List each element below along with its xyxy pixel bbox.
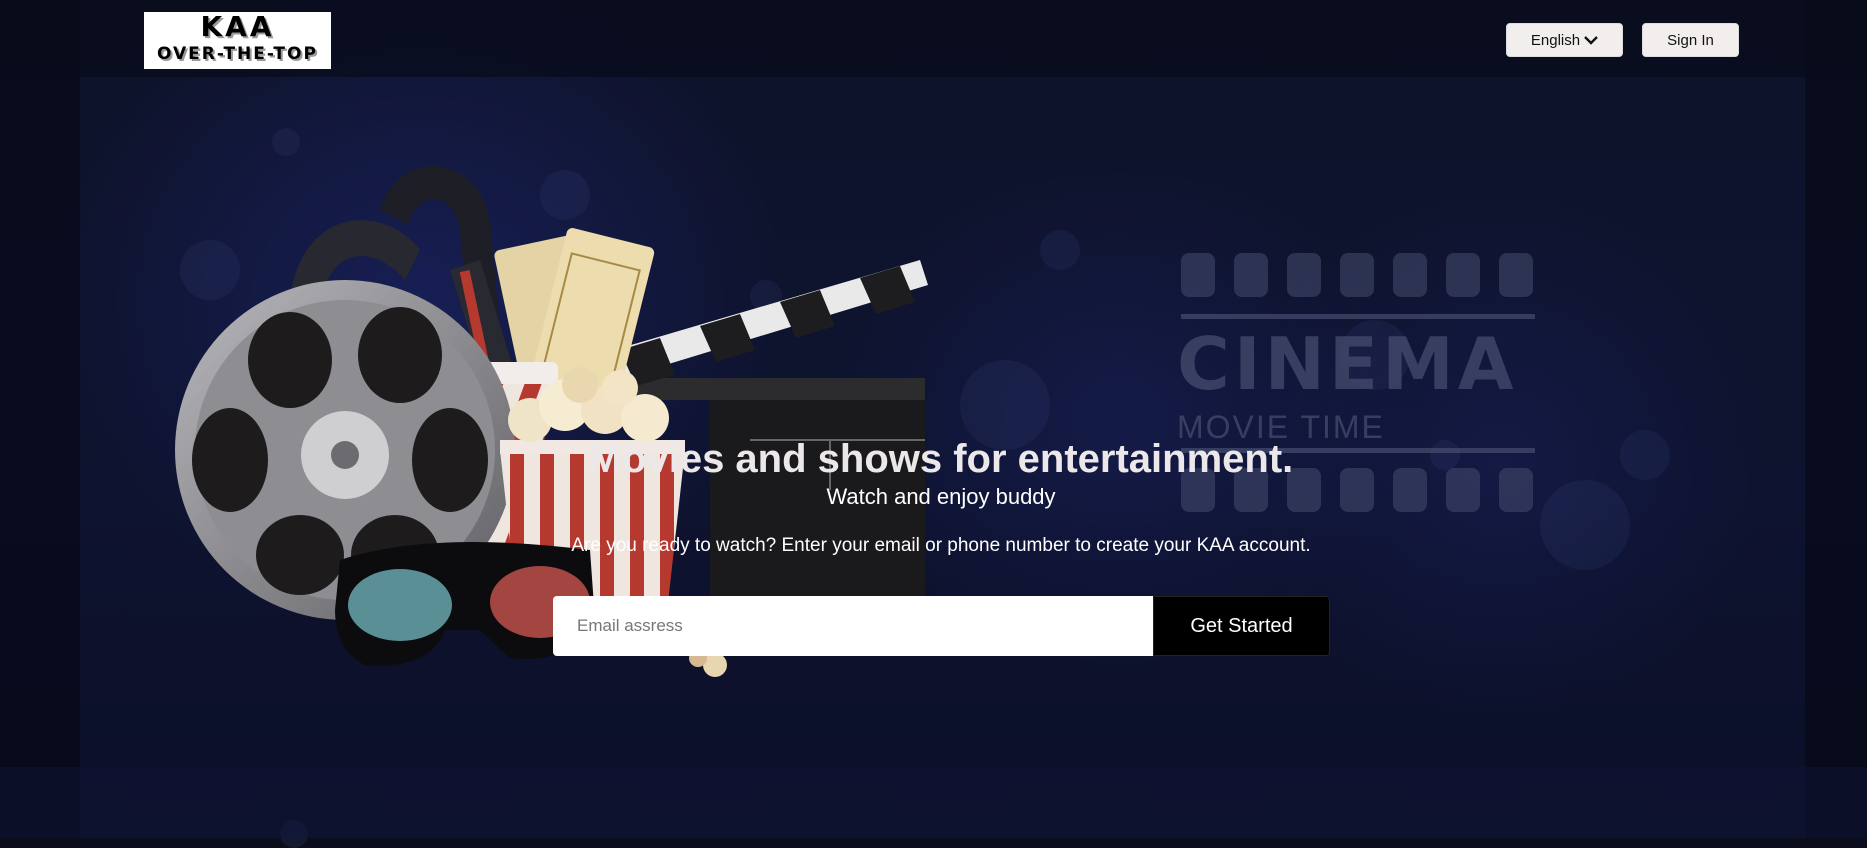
sign-in-label: Sign In xyxy=(1667,31,1714,49)
chevron-down-icon xyxy=(1584,36,1598,45)
language-label: English xyxy=(1530,31,1581,49)
hero-subtitle: Watch and enjoy buddy xyxy=(826,484,1056,509)
logo-subtitle: OVER-THE-TOP xyxy=(157,44,318,64)
bottom-band xyxy=(0,767,1867,838)
get-started-label: Get Started xyxy=(1190,614,1293,637)
hero-cta-text: Are you ready to watch? Enter your email… xyxy=(571,535,1311,556)
logo-title: KAA xyxy=(200,10,275,43)
get-started-button[interactable]: Get Started xyxy=(1153,596,1330,656)
email-input[interactable] xyxy=(553,596,1153,656)
sign-in-button[interactable]: Sign In xyxy=(1642,23,1739,57)
logo[interactable]: KAA OVER-THE-TOP xyxy=(144,12,331,69)
hero-title: Movies and shows for entertainment. xyxy=(588,437,1294,481)
language-select[interactable]: English xyxy=(1506,23,1623,57)
cinema-title: CINEMA xyxy=(1177,322,1518,406)
